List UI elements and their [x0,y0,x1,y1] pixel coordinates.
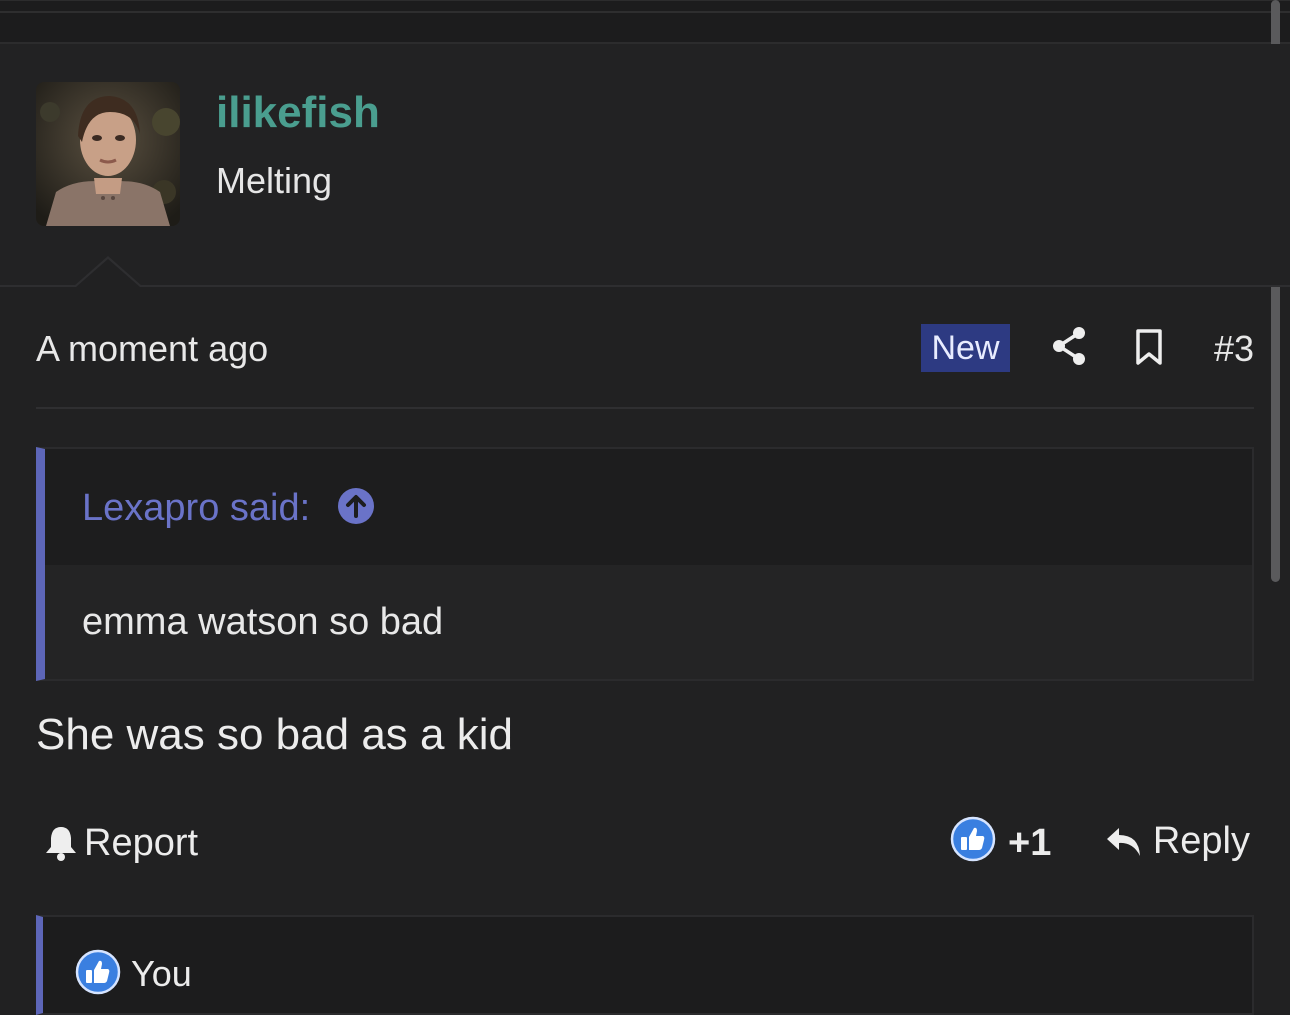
post-actions: Report +1 Reply [36,812,1254,874]
reactions-bar[interactable]: You [36,915,1254,1015]
post-message: She was so bad as a kid [36,710,513,759]
avatar[interactable] [36,82,180,226]
thumbs-up-icon[interactable] [950,816,996,862]
reaction-count[interactable]: +1 [1008,822,1051,865]
reply-button[interactable]: Reply [1105,820,1250,863]
reaction-user[interactable]: You [131,953,192,995]
quote-author-link[interactable]: Lexapro said: [82,487,310,530]
meta-divider [36,407,1254,409]
bookmark-icon[interactable] [1134,328,1164,366]
reply-label: Reply [1152,820,1250,862]
new-badge: New [921,324,1010,372]
user-block-divider [0,285,1290,287]
quote-block: Lexapro said: emma watson so bad [36,447,1254,681]
report-button[interactable]: Report [44,820,198,866]
quote-header: Lexapro said: [45,449,1252,565]
user-block [0,44,1290,286]
top-divider [0,11,1290,13]
share-icon[interactable] [1050,326,1088,366]
post-number-link[interactable]: #3 [1214,328,1254,370]
quote-text: emma watson so bad [82,601,444,643]
arrow-up-circle-icon[interactable] [337,487,375,525]
author-username[interactable]: ilikefish [216,88,380,138]
post-meta: A moment ago New #3 [36,322,1254,376]
top-band [0,0,1290,44]
thumbs-up-icon [75,949,121,995]
user-title: Melting [216,160,333,201]
quote-body: emma watson so bad [45,565,1252,679]
report-label: Report [84,821,199,864]
post-timestamp[interactable]: A moment ago [36,328,268,370]
bell-icon [44,824,78,862]
reply-arrow-icon [1105,825,1143,859]
